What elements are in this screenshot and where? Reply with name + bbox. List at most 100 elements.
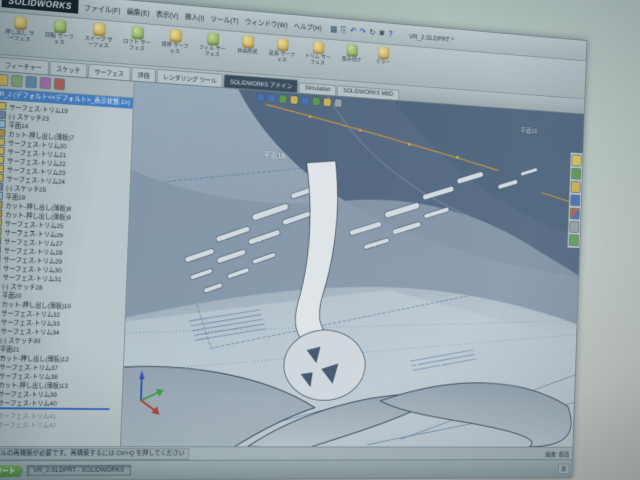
status-message: モデルの再構築が必要です。再構築するには Ctrl+Q を押してください bbox=[0, 448, 189, 460]
feature-icon bbox=[0, 137, 5, 145]
previous-view-icon[interactable] bbox=[279, 95, 286, 103]
view-orientation-icon[interactable] bbox=[302, 97, 309, 105]
zoom-fit-icon[interactable] bbox=[257, 93, 264, 101]
feature-icon bbox=[0, 164, 4, 172]
property-manager-tab-icon[interactable] bbox=[11, 75, 23, 88]
task-pane-resources-icon[interactable] bbox=[571, 154, 581, 166]
graphics-viewport[interactable]: 平面18 平面16 bbox=[121, 82, 584, 447]
command-button-icon bbox=[14, 16, 27, 30]
task-pane-custom-properties-icon[interactable] bbox=[569, 221, 579, 233]
display-manager-tab-icon[interactable] bbox=[54, 78, 66, 91]
quick-access-toolbar: ▦ ⎘ ↶ ↷ ↻ ✱? bbox=[330, 24, 393, 39]
menu-item[interactable]: 挿入(I) bbox=[185, 11, 205, 23]
feature-icon bbox=[0, 110, 6, 118]
feature-label: サーフェス-トリム40 bbox=[0, 397, 57, 407]
document-title: VR_2.SLDPRT * bbox=[409, 31, 454, 43]
command-button-icon bbox=[312, 41, 323, 54]
task-pane-strip bbox=[567, 153, 582, 248]
menu-item[interactable]: ウィンドウ(W) bbox=[245, 16, 288, 30]
options-icon[interactable]: ✱ bbox=[379, 28, 386, 38]
menu-item[interactable]: ヘルプ(H) bbox=[294, 20, 322, 33]
plane-label: 平面16 bbox=[520, 126, 537, 136]
task-pane-design-library-icon[interactable] bbox=[571, 168, 581, 180]
command-button-label: 回転 サーフェス bbox=[43, 32, 75, 47]
feature-tree: サーフェス-トリム19 (-) スケッチ23 平面14 カット-押し出し(薄板)… bbox=[0, 99, 133, 446]
command-button-icon bbox=[277, 38, 289, 51]
section-view-icon[interactable] bbox=[291, 96, 298, 104]
menu-item[interactable]: 編集(E) bbox=[127, 6, 150, 19]
ime-indicator[interactable]: あ bbox=[558, 463, 570, 474]
feature-icon bbox=[0, 236, 1, 244]
command-button[interactable]: 厚み付け bbox=[336, 41, 367, 81]
command-button-label: ミラー bbox=[376, 59, 391, 66]
dimxpert-tab-icon[interactable] bbox=[39, 77, 51, 90]
feature-icon bbox=[0, 191, 3, 199]
undo-icon[interactable]: ↶ bbox=[350, 26, 357, 36]
command-manager-tab[interactable]: 評価 bbox=[131, 67, 156, 82]
task-pane-appearances-icon[interactable] bbox=[570, 208, 580, 220]
menu-item[interactable]: ツール(T) bbox=[210, 13, 239, 26]
command-button[interactable]: トリム サーフェス bbox=[300, 38, 335, 78]
command-button-label: スイープ サーフェス bbox=[82, 36, 114, 51]
command-button[interactable]: スイープ サーフェス bbox=[79, 20, 117, 62]
feature-icon bbox=[0, 101, 7, 109]
feature-icon bbox=[0, 128, 5, 136]
feature-tree-tab-icon[interactable] bbox=[0, 74, 9, 87]
command-button[interactable]: 境界 サーフェス bbox=[156, 26, 193, 67]
command-button-icon bbox=[378, 47, 389, 60]
command-button-label: ロフト サーフェス bbox=[121, 39, 152, 54]
command-manager-tab[interactable]: スケッチ bbox=[49, 61, 87, 78]
command-button[interactable]: 自由形状 bbox=[231, 33, 264, 73]
feature-icon bbox=[0, 209, 2, 217]
command-button-label: トリム サーフェス bbox=[303, 54, 332, 68]
feature-icon bbox=[0, 200, 3, 208]
command-button[interactable]: フィル サーフェス bbox=[194, 29, 231, 70]
feature-manager-panel: VR_2 (デフォルト<<デフォルト>_表示状態 1>) サーフェス-トリム19… bbox=[0, 71, 135, 446]
feature-icon bbox=[0, 155, 4, 163]
command-button[interactable]: ミラー bbox=[367, 44, 398, 83]
status-bar: モデルの再構築が必要です。再構築するには Ctrl+Q を押してください 編集:… bbox=[0, 446, 572, 460]
feature-icon bbox=[0, 218, 2, 226]
display-style-icon[interactable] bbox=[313, 97, 320, 105]
edit-mode-label: 編集: 部品 bbox=[545, 449, 569, 458]
command-button[interactable]: 延長 サーフェス bbox=[264, 35, 300, 75]
taskbar-app-button[interactable]: VR_2.SLDPRT - SOLIDWORKS bbox=[26, 465, 130, 476]
command-button-label: 自由形状 bbox=[237, 48, 257, 56]
feature-label: サーフェス-トリム42 bbox=[0, 419, 56, 429]
command-button-icon bbox=[93, 23, 105, 37]
command-button-label: 延長 サーフェス bbox=[267, 51, 297, 65]
command-button-icon bbox=[131, 26, 143, 40]
redo-icon[interactable]: ↷ bbox=[359, 27, 366, 37]
menu-item[interactable]: 表示(V) bbox=[156, 8, 179, 21]
feature-tree-item[interactable]: サーフェス-トリム40 bbox=[0, 397, 122, 407]
command-button[interactable]: ロフト サーフェス bbox=[118, 23, 156, 65]
command-button-icon bbox=[242, 35, 254, 48]
command-button[interactable]: 回転 サーフェス bbox=[40, 16, 79, 58]
solidworks-logo: SOLIDWORKS bbox=[2, 0, 79, 14]
rebuild-icon[interactable]: ↻ bbox=[369, 27, 376, 37]
windows-taskbar: スタート VR_2.SLDPRT - SOLIDWORKS あ bbox=[0, 459, 572, 480]
solidworks-window: SOLIDWORKS ファイル(F) 編集(E) 表示(V) 挿入(I) ツール(T) ウ… bbox=[0, 0, 587, 480]
hide-items-icon[interactable] bbox=[324, 98, 331, 106]
start-button[interactable]: スタート bbox=[0, 465, 23, 477]
task-pane-forum-icon[interactable] bbox=[569, 234, 579, 246]
feature-icon bbox=[0, 173, 4, 181]
task-pane-file-explorer-icon[interactable] bbox=[571, 181, 581, 193]
print-icon[interactable]: ⎘ bbox=[340, 25, 346, 35]
configuration-manager-tab-icon[interactable] bbox=[25, 76, 37, 89]
command-button-icon bbox=[346, 44, 357, 57]
help-icon[interactable]: ? bbox=[388, 29, 393, 39]
command-button[interactable]: 押し出し サーフェス bbox=[0, 13, 39, 56]
feature-icon bbox=[0, 254, 1, 262]
task-pane-view-palette-icon[interactable] bbox=[570, 194, 580, 206]
appearance-icon[interactable] bbox=[335, 99, 342, 107]
save-icon[interactable]: ▦ bbox=[330, 24, 337, 34]
main-area: VR_2 (デフォルト<<デフォルト>_表示状態 1>) サーフェス-トリム19… bbox=[0, 71, 584, 446]
photo-of-monitor: SOLIDWORKS ファイル(F) 編集(E) 表示(V) 挿入(I) ツール(T) ウ… bbox=[0, 0, 640, 480]
command-button-icon bbox=[53, 20, 66, 34]
feature-icon bbox=[0, 119, 6, 127]
feature-tree-item[interactable]: サーフェス-トリム42 bbox=[0, 419, 121, 429]
zoom-area-icon[interactable] bbox=[268, 94, 275, 102]
menu-item[interactable]: ファイル(F) bbox=[84, 2, 121, 16]
model-canvas bbox=[121, 82, 584, 447]
